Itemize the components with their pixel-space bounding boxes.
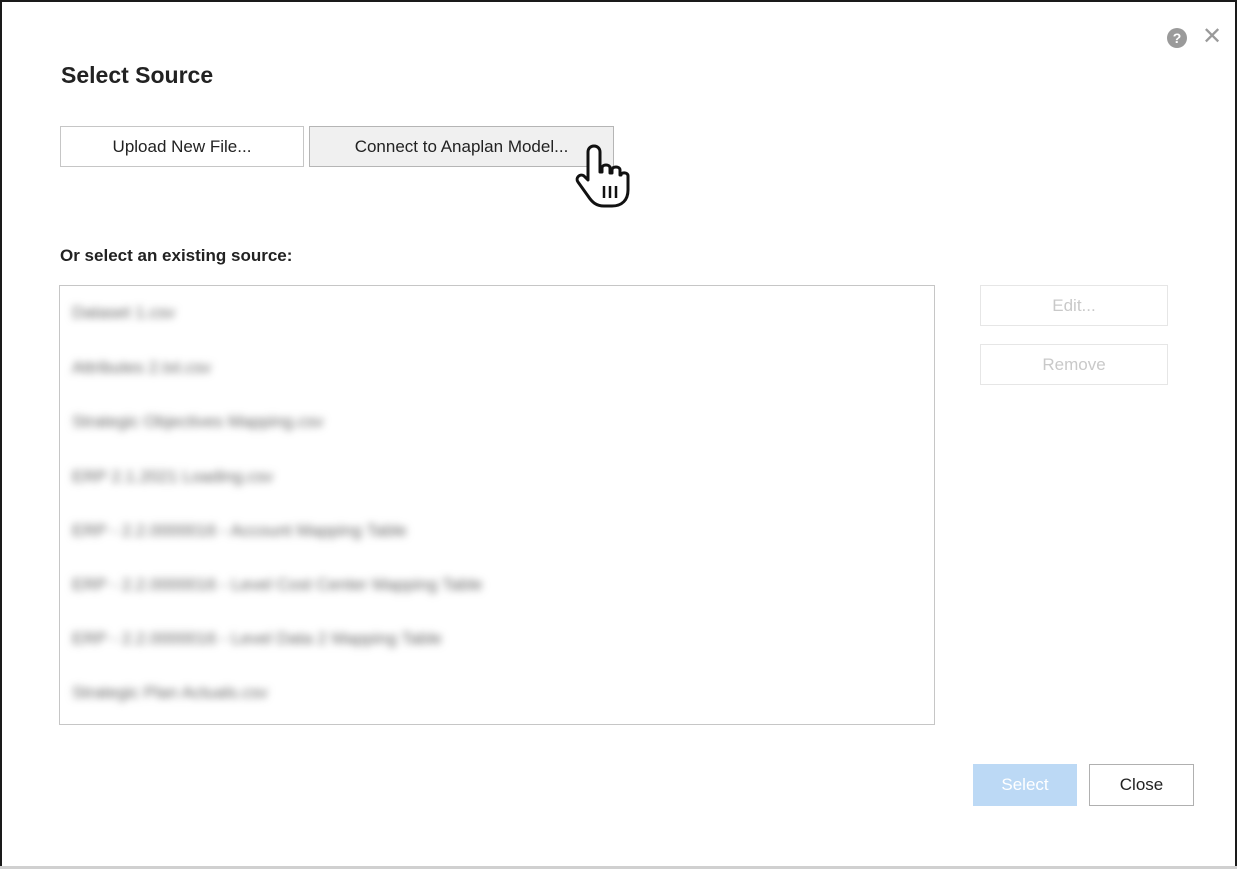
list-item[interactable]: Strategic Plan Actuals.csv bbox=[72, 678, 268, 708]
close-button[interactable]: Close bbox=[1089, 764, 1194, 806]
list-item[interactable]: ERP - 2.2.0000016 - Level Data 2 Mapping… bbox=[72, 624, 442, 654]
list-item[interactable]: ERP 2.1.2021 Loading.csv bbox=[72, 462, 273, 492]
select-source-dialog: ? ✕ Select Source Upload New File... Con… bbox=[0, 0, 1237, 869]
list-item[interactable]: ERP - 2.2.0000016 - Account Mapping Tabl… bbox=[72, 516, 407, 546]
edit-source-button[interactable]: Edit... bbox=[980, 285, 1168, 326]
list-item[interactable]: ERP - 2.2.0000016 - Level Cost Center Ma… bbox=[72, 570, 482, 600]
help-icon[interactable]: ? bbox=[1167, 28, 1187, 48]
close-icon[interactable]: ✕ bbox=[1201, 24, 1223, 50]
select-button[interactable]: Select bbox=[973, 764, 1077, 806]
remove-source-button[interactable]: Remove bbox=[980, 344, 1168, 385]
list-item[interactable]: Dataset 1.csv bbox=[72, 298, 175, 328]
connect-to-anaplan-model-button[interactable]: Connect to Anaplan Model... bbox=[309, 126, 614, 167]
hand-pointer-cursor-icon bbox=[575, 144, 630, 208]
list-item[interactable]: Attributes 2.txt.csv bbox=[72, 353, 211, 383]
existing-source-label: Or select an existing source: bbox=[60, 246, 293, 265]
list-item[interactable]: Strategic Objectives Mapping.csv bbox=[72, 407, 323, 437]
dialog-title: Select Source bbox=[61, 62, 214, 88]
upload-new-file-button[interactable]: Upload New File... bbox=[60, 126, 304, 167]
existing-source-list[interactable]: Dataset 1.csv Attributes 2.txt.csv Strat… bbox=[59, 285, 935, 725]
